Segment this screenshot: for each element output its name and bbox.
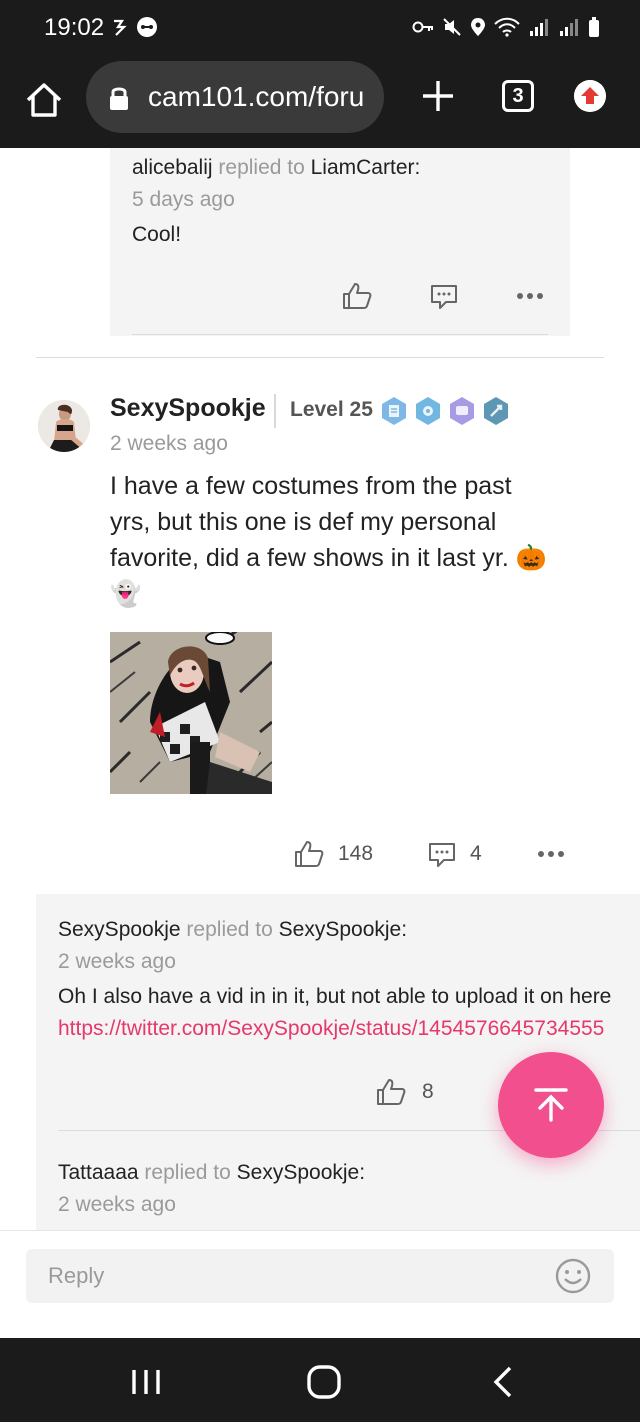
signal-icon <box>530 19 548 36</box>
lock-icon <box>110 87 128 110</box>
avatar-image <box>38 400 90 452</box>
reply-author[interactable]: SexySpookje <box>58 918 181 941</box>
reply-divider <box>132 334 548 335</box>
reply-text: Cool! <box>132 223 182 246</box>
post-body: I have a few costumes from the past yrs,… <box>110 468 580 612</box>
badge-icon[interactable] <box>448 396 476 426</box>
reply-time: 2 weeks ago <box>58 1193 176 1216</box>
badge-list <box>380 396 510 426</box>
post-text-line: I have a few costumes from the past <box>110 472 512 500</box>
signal-2-icon <box>560 19 578 36</box>
thumbs-up-icon[interactable] <box>376 1078 406 1106</box>
emoji-icon[interactable] <box>554 1257 592 1295</box>
battery-icon <box>589 17 599 37</box>
location-icon <box>471 18 485 36</box>
vpn-key-icon <box>412 21 433 33</box>
status-left-icons <box>112 16 158 38</box>
thumbs-up-icon[interactable] <box>294 840 324 868</box>
reply-time: 5 days ago <box>132 188 235 211</box>
home-icon[interactable] <box>22 78 66 122</box>
replied-to-label: replied to <box>186 918 273 941</box>
reply-header: alicebalij replied to LiamCarter: <box>132 156 420 180</box>
reply-header: Tattaaaa replied to SexySpookje: <box>58 1161 365 1185</box>
badge-icon[interactable] <box>414 396 442 426</box>
post-image[interactable] <box>110 632 272 794</box>
post-author[interactable]: SexySpookje <box>110 394 266 423</box>
status-time: 19:02 <box>44 14 105 41</box>
reply-link[interactable]: https://twitter.com/SexySpookje/status/1… <box>58 1017 604 1041</box>
badge-icon[interactable] <box>482 396 510 426</box>
reply-time: 2 weeks ago <box>58 950 176 973</box>
scroll-top-icon <box>534 1088 568 1122</box>
update-icon[interactable] <box>574 80 606 112</box>
system-nav-bar <box>0 1338 640 1422</box>
reply-box: alicebalij replied to LiamCarter: 5 days… <box>110 148 570 336</box>
plus-icon[interactable] <box>420 78 456 114</box>
reply-input[interactable] <box>26 1249 614 1303</box>
comment-count: 4 <box>470 842 482 865</box>
tabs-button[interactable]: 3 <box>502 80 534 112</box>
post-photo <box>110 632 272 794</box>
user-level: Level 25 <box>290 398 373 421</box>
browser-toolbar: cam101.com/foru 3 <box>0 56 640 148</box>
reply-target[interactable]: SexySpookje: <box>279 918 407 941</box>
status-right-icons <box>412 16 600 38</box>
mute-icon <box>443 18 461 36</box>
post-text-line: 👻 <box>110 580 142 608</box>
reply-author[interactable]: Tattaaaa <box>58 1161 139 1184</box>
avatar[interactable] <box>38 400 90 452</box>
status-bar: 19:02 <box>0 0 640 56</box>
comment-icon[interactable] <box>430 284 458 310</box>
more-icon[interactable] <box>516 292 544 300</box>
like-count: 148 <box>338 842 374 865</box>
address-bar[interactable]: cam101.com/foru <box>86 61 384 133</box>
comment-icon[interactable] <box>428 842 456 868</box>
reply-header: SexySpookje replied to SexySpookje: <box>58 918 407 942</box>
home-nav-icon[interactable] <box>304 1362 344 1402</box>
author-separator <box>274 394 276 428</box>
scroll-top-button[interactable] <box>498 1052 604 1158</box>
thread-content[interactable]: alicebalij replied to LiamCarter: 5 days… <box>0 148 640 1230</box>
replied-to-label: replied to <box>218 156 305 179</box>
recents-icon[interactable] <box>126 1362 166 1402</box>
reply-bar <box>0 1230 640 1338</box>
reply-text: Oh I also have a vid in in it, but not a… <box>58 985 612 1008</box>
replied-to-label: replied to <box>144 1161 231 1184</box>
post-text-line: yrs, but this one is def my personal <box>110 508 497 536</box>
post-divider <box>36 357 604 358</box>
reply-like-count: 8 <box>422 1080 434 1103</box>
reply-author[interactable]: alicebalij <box>132 156 213 179</box>
post-text-line: favorite, did a few shows in it last yr.… <box>110 544 547 572</box>
back-icon[interactable] <box>484 1362 524 1402</box>
notification-icon <box>114 19 127 36</box>
tab-count: 3 <box>512 85 524 107</box>
badge-icon[interactable] <box>380 396 408 426</box>
post-time: 2 weeks ago <box>110 432 228 455</box>
messenger-icon <box>137 17 157 37</box>
reply-target[interactable]: LiamCarter: <box>311 156 421 179</box>
more-icon[interactable] <box>537 850 565 858</box>
wifi-icon <box>494 17 520 37</box>
url-text: cam101.com/foru <box>148 81 365 112</box>
thumbs-up-icon[interactable] <box>342 282 372 310</box>
reply-target[interactable]: SexySpookje: <box>237 1161 365 1184</box>
